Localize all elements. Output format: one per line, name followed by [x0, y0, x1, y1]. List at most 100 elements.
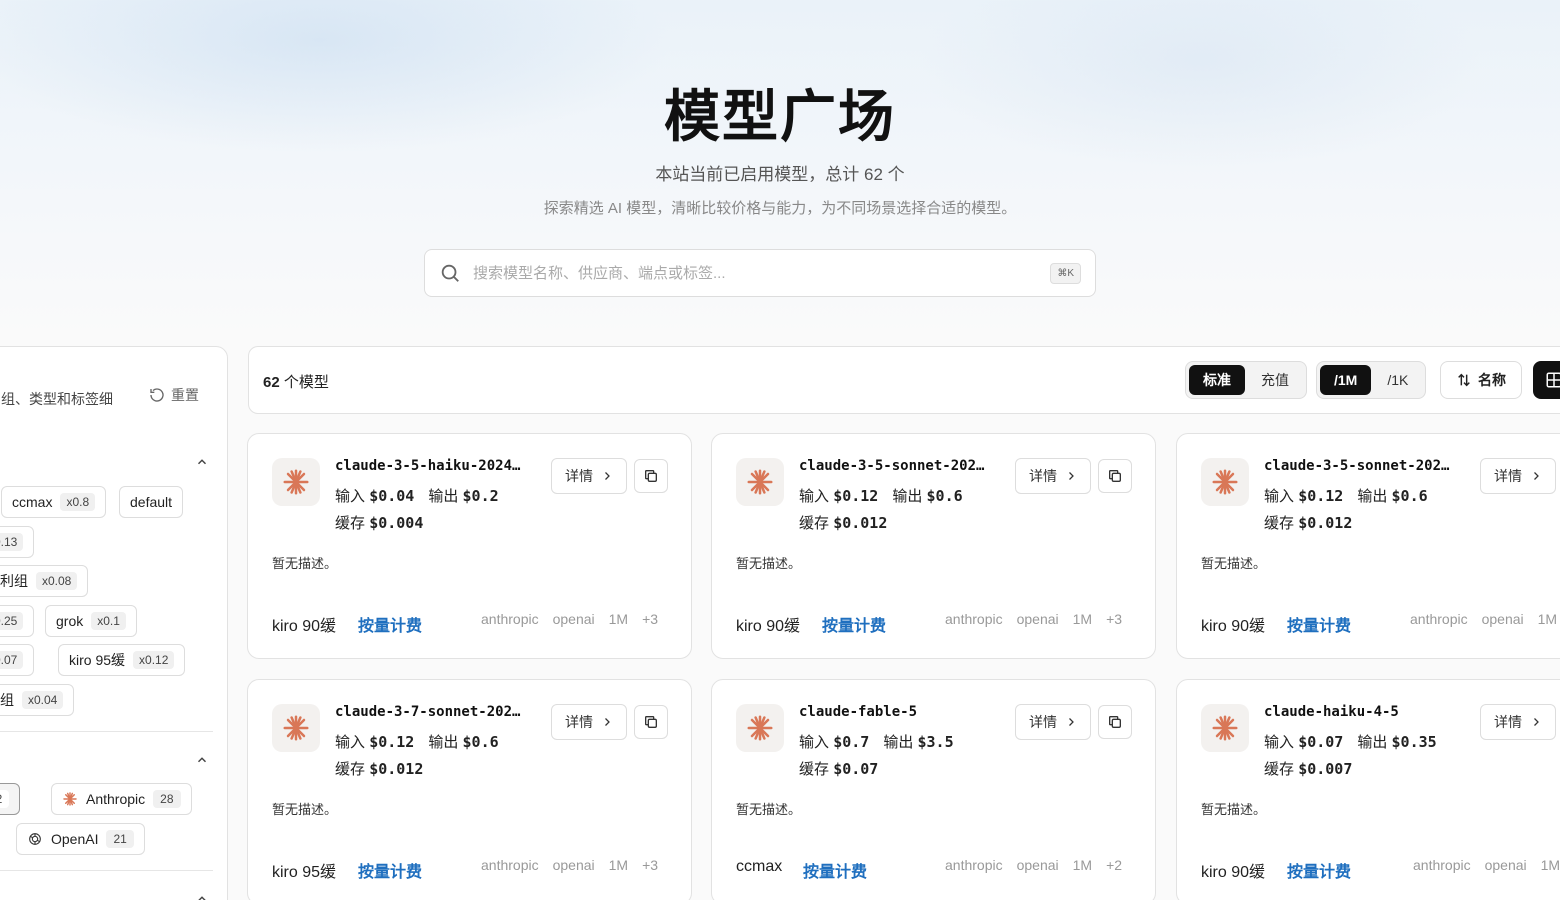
model-group: ccmax	[736, 858, 783, 875]
cache-price: $0.07	[833, 760, 879, 778]
anthropic-icon	[747, 715, 773, 741]
tag-more: +3	[642, 857, 659, 873]
detail-button[interactable]: 详情	[551, 704, 627, 740]
tag: 1M	[1540, 857, 1560, 873]
chevron-right-icon	[1534, 718, 1539, 726]
price-mode-recharge[interactable]: 充值	[1247, 365, 1303, 395]
output-price: $0.35	[1391, 733, 1437, 751]
vendor-chip-anthropic[interactable]: Anthropic 28	[51, 783, 192, 815]
detail-button[interactable]: 详情	[1480, 458, 1556, 494]
model-group: kiro 90缓	[272, 618, 337, 635]
billing-type: 按量计费	[1287, 618, 1352, 635]
group-chip-default[interactable]: default	[119, 486, 184, 518]
chevron-right-icon	[1069, 472, 1074, 480]
collapse-vendors-icon[interactable]	[195, 753, 209, 767]
chip-label: 利组	[0, 573, 28, 589]
model-card[interactable]: claude-fable-5 输入 $0.7 输出 $3.5 缓存 $0.07 详…	[711, 679, 1156, 900]
model-description: 暂无描述。	[736, 802, 802, 817]
vendor-chip-all[interactable]: 62	[0, 783, 21, 815]
model-prices: 输入 $0.7 输出 $3.5 缓存 $0.07	[799, 729, 968, 783]
group-chip[interactable]: 组 x0.04	[0, 684, 75, 716]
copy-button[interactable]	[634, 705, 668, 739]
output-label: 输出	[428, 734, 459, 751]
anthropic-icon	[283, 715, 309, 741]
chip-count: 21	[106, 830, 134, 848]
input-price: $0.07	[1298, 733, 1344, 751]
input-label: 输入	[1264, 734, 1295, 751]
model-card[interactable]: claude-haiku-4-5 输入 $0.07 输出 $0.35 缓存 $0.…	[1176, 679, 1560, 900]
input-label: 输入	[335, 488, 366, 505]
group-chip[interactable]: x0.25	[0, 605, 35, 637]
group-chip-kiro-95[interactable]: kiro 95缓 x0.12	[58, 644, 186, 676]
vendor-chip-openai[interactable]: OpenAI 21	[16, 823, 145, 855]
billing-type: 按量计费	[358, 618, 423, 635]
collapse-groups-icon[interactable]	[195, 455, 209, 469]
search-bar[interactable]: ⌘K	[424, 249, 1096, 297]
detail-button[interactable]: 详情	[1015, 704, 1091, 740]
input-price: $0.04	[369, 487, 415, 505]
copy-button[interactable]	[1098, 459, 1132, 493]
search-icon	[441, 264, 459, 282]
chip-multiplier: x0.13	[0, 533, 24, 551]
grid-view-button[interactable]	[1533, 361, 1560, 399]
output-price: $3.5	[917, 733, 954, 751]
tag: 1M	[1072, 611, 1093, 627]
model-card[interactable]: claude-3-5-haiku-2024… 输入 $0.04 输出 $0.2 缓…	[247, 433, 692, 659]
sort-label: 名称	[1478, 372, 1506, 388]
group-chip[interactable]: 利组 x0.08	[0, 565, 89, 597]
price-mode-toggle: 标准 充值	[1185, 361, 1307, 399]
model-logo	[1201, 458, 1249, 506]
detail-button[interactable]: 详情	[1480, 704, 1556, 740]
group-chip-grok[interactable]: grok x0.1	[45, 605, 137, 637]
unit-1k[interactable]: /1K	[1373, 365, 1422, 395]
model-description: 暂无描述。	[1201, 556, 1267, 571]
price-mode-standard[interactable]: 标准	[1189, 365, 1245, 395]
page-title: 模型广场	[664, 85, 896, 148]
chip-multiplier: x0.8	[60, 493, 96, 511]
chip-multiplier: x0.1	[91, 612, 126, 630]
input-label: 输入	[799, 488, 830, 505]
reset-label: 重置	[171, 387, 199, 403]
model-logo	[736, 704, 784, 752]
cache-price: $0.004	[369, 514, 424, 532]
reset-button[interactable]: 重置	[149, 385, 199, 405]
model-card[interactable]: claude-3-7-sonnet-202… 输入 $0.12 输出 $0.6 缓…	[247, 679, 692, 900]
chip-multiplier: x0.04	[22, 691, 64, 709]
group-chip-ccmax[interactable]: ccmax x0.8	[1, 486, 107, 518]
unit-1m[interactable]: /1M	[1320, 365, 1372, 395]
search-input[interactable]	[473, 264, 1051, 282]
chevron-right-icon	[1534, 472, 1539, 480]
model-card[interactable]: claude-3-5-sonnet-202… 输入 $0.12 输出 $0.6 缓…	[711, 433, 1156, 659]
model-name: claude-haiku-4-5	[1264, 704, 1399, 720]
tag: anthropic	[945, 611, 1003, 627]
model-name: claude-3-5-sonnet-202…	[799, 458, 985, 474]
copy-button[interactable]	[634, 459, 668, 493]
model-logo	[272, 458, 320, 506]
output-price: $0.6	[462, 733, 499, 751]
sort-button[interactable]: 名称	[1440, 361, 1522, 399]
output-price: $0.2	[462, 487, 499, 505]
model-group: kiro 90缓	[736, 618, 801, 635]
detail-label: 详情	[1494, 714, 1522, 730]
detail-button[interactable]: 详情	[551, 458, 627, 494]
detail-label: 详情	[565, 468, 593, 484]
chip-label: 组	[0, 692, 14, 708]
divider	[0, 731, 213, 732]
tag: openai	[552, 611, 595, 627]
model-card[interactable]: claude-3-5-sonnet-202… 输入 $0.12 输出 $0.6 缓…	[1176, 433, 1560, 659]
tag-more: +3	[642, 611, 659, 627]
chip-count: 62	[0, 790, 10, 808]
input-label: 输入	[335, 734, 366, 751]
copy-icon	[645, 470, 657, 482]
cache-price: $0.012	[1298, 514, 1353, 532]
group-chip[interactable]: x0.13	[0, 526, 35, 558]
collapse-types-icon[interactable]	[195, 892, 209, 900]
model-tags: anthropic openai 1M +2	[945, 857, 1122, 873]
copy-button[interactable]	[1098, 705, 1132, 739]
group-chip[interactable]: x0.07	[0, 644, 35, 676]
detail-button[interactable]: 详情	[1015, 458, 1091, 494]
cache-price: $0.007	[1298, 760, 1353, 778]
model-name: claude-3-7-sonnet-202…	[335, 704, 521, 720]
chevron-right-icon	[1069, 718, 1074, 726]
tag: 1M	[608, 611, 629, 627]
